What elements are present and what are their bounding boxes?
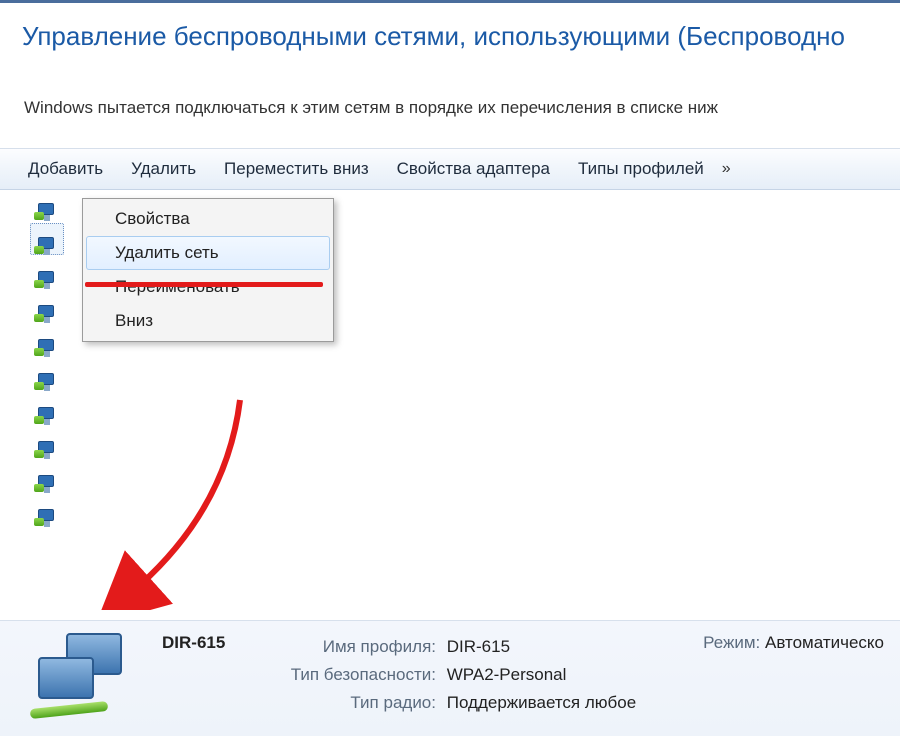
details-radio-value: Поддерживается любое — [447, 693, 636, 712]
context-menu: Свойства Удалить сеть Переименовать Вниз — [82, 198, 334, 342]
details-security-value: WPA2-Personal — [447, 665, 567, 684]
network-list-item[interactable] — [34, 200, 62, 230]
details-security-label: Тип безопасности: — [282, 661, 442, 689]
network-list-item[interactable] — [34, 234, 62, 264]
toolbar-adapter-properties-button[interactable]: Свойства адаптера — [383, 155, 564, 183]
network-list-item[interactable] — [34, 370, 62, 400]
network-list-item[interactable] — [34, 268, 62, 298]
network-profile-icon — [34, 336, 60, 362]
toolbar-profile-types-button[interactable]: Типы профилей — [564, 155, 718, 183]
ctx-rename[interactable]: Переименовать — [86, 270, 330, 304]
network-list-item[interactable] — [34, 336, 62, 366]
page-subtitle: Windows пытается подключаться к этим сет… — [22, 98, 900, 118]
details-mode-value: Автоматическо — [765, 633, 884, 652]
network-profile-icon — [34, 268, 60, 294]
ctx-delete-network[interactable]: Удалить сеть — [86, 236, 330, 270]
network-profile-icon — [34, 438, 60, 464]
details-mode-label: Режим: — [703, 633, 760, 653]
network-profile-icon — [34, 200, 60, 226]
network-profile-icon — [34, 404, 60, 430]
toolbar: Добавить Удалить Переместить вниз Свойст… — [0, 148, 900, 190]
network-profile-icon — [34, 472, 60, 498]
toolbar-remove-button[interactable]: Удалить — [117, 155, 210, 183]
network-profile-icon — [34, 370, 60, 396]
network-profile-icon — [34, 302, 60, 328]
network-profile-icon — [34, 234, 60, 260]
network-list-area: Свойства Удалить сеть Переименовать Вниз — [0, 190, 900, 610]
network-icon — [22, 633, 142, 723]
page-title: Управление беспроводными сетями, использ… — [22, 21, 900, 52]
toolbar-overflow-button[interactable]: » — [718, 160, 739, 178]
network-list-item[interactable] — [34, 506, 62, 536]
network-profile-icon — [34, 506, 60, 532]
toolbar-move-down-button[interactable]: Переместить вниз — [210, 155, 383, 183]
details-panel: DIR-615 Имя профиля: DIR-615 Тип безопас… — [0, 620, 900, 736]
toolbar-add-button[interactable]: Добавить — [14, 155, 117, 183]
annotation-underline — [85, 282, 323, 287]
details-profile-label: Имя профиля: — [282, 633, 442, 661]
details-profile-value: DIR-615 — [447, 637, 510, 656]
network-list-item[interactable] — [34, 472, 62, 502]
ctx-properties[interactable]: Свойства — [86, 202, 330, 236]
details-network-name: DIR-615 — [162, 631, 282, 653]
details-radio-label: Тип радио: — [282, 689, 442, 717]
ctx-move-down[interactable]: Вниз — [86, 304, 330, 338]
network-list-item[interactable] — [34, 404, 62, 434]
network-list-item[interactable] — [34, 302, 62, 332]
network-list-item[interactable] — [34, 438, 62, 468]
